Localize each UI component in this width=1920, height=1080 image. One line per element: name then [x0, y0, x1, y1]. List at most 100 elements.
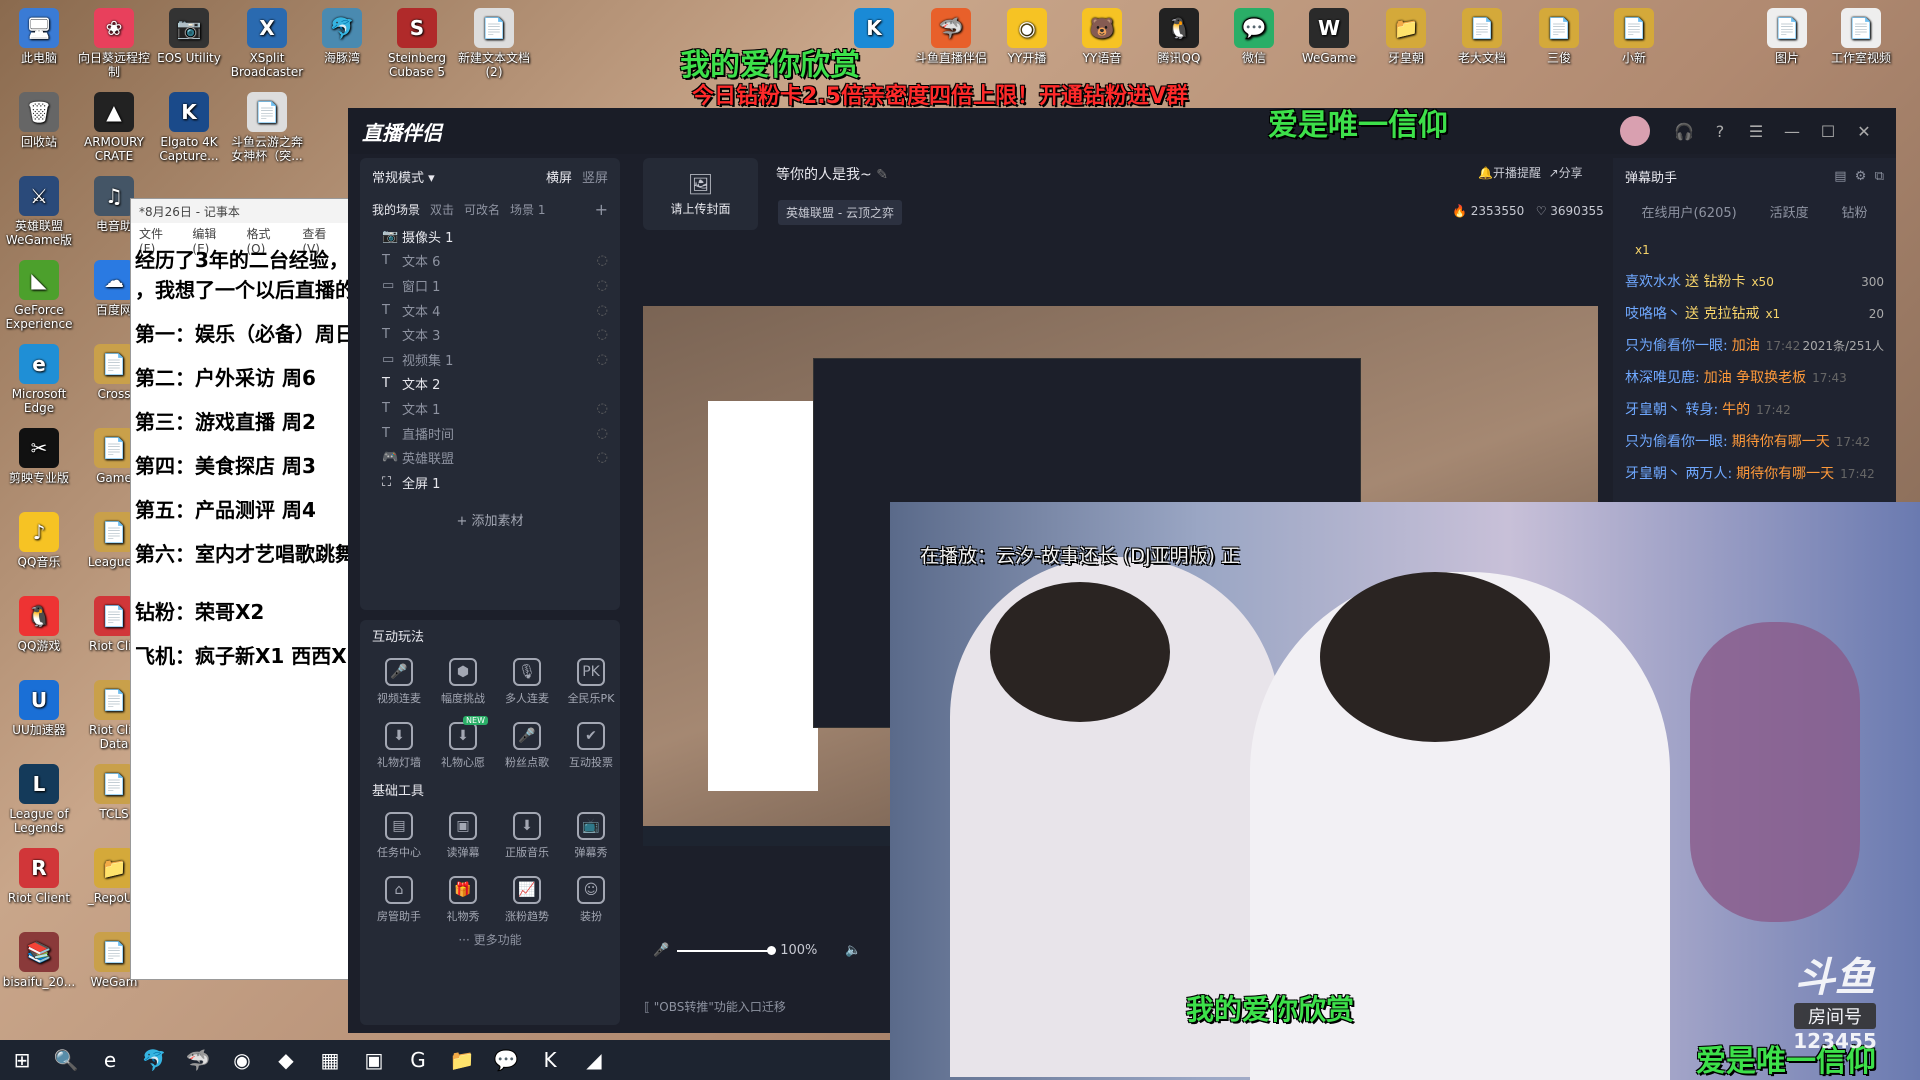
- maximize-icon[interactable]: ☐: [1810, 122, 1846, 141]
- desktop-icon[interactable]: 📄 工作室视频: [1822, 8, 1900, 65]
- source-item[interactable]: ⛶ 全屏 1: [360, 470, 620, 495]
- notepad-menu-item[interactable]: 文件(F): [139, 225, 178, 256]
- desktop-icon[interactable]: 📄 图片: [1748, 8, 1826, 65]
- desktop-icon[interactable]: X XSplit Broadcaster: [228, 8, 306, 79]
- tools-tool[interactable]: ▣ 读弹幕: [432, 804, 494, 860]
- desktop-icon[interactable]: L League of Legends: [0, 764, 78, 835]
- desktop-icon[interactable]: K Elgato 4K Capture...: [150, 92, 228, 163]
- eye-hidden-icon[interactable]: ◌: [597, 426, 608, 441]
- mode-select[interactable]: 常规模式 ▾: [372, 167, 435, 186]
- help-icon[interactable]: ?: [1702, 122, 1738, 141]
- desktop-icon[interactable]: 🗑 回收站: [0, 92, 78, 149]
- eye-hidden-icon[interactable]: ◌: [597, 352, 608, 367]
- desktop-icon[interactable]: R Riot Client: [0, 848, 78, 905]
- desktop-icon[interactable]: 📄 小新: [1595, 8, 1673, 65]
- desktop-icon[interactable]: ♪ QQ音乐: [0, 512, 78, 569]
- remind-button[interactable]: 开播提醒: [1493, 166, 1541, 180]
- taskbar-app-icon[interactable]: ◆: [264, 1040, 308, 1080]
- taskbar-app-icon[interactable]: 🦈: [176, 1040, 220, 1080]
- notepad-menu-item[interactable]: 格式(O): [246, 225, 288, 256]
- eye-hidden-icon[interactable]: ◌: [597, 303, 608, 318]
- scene-tab[interactable]: 可改名: [464, 201, 500, 218]
- desktop-icon[interactable]: 📷 EOS Utility: [150, 8, 228, 65]
- taskbar-app-icon[interactable]: ▦: [308, 1040, 352, 1080]
- tools-tool[interactable]: 🎁 礼物秀: [432, 868, 494, 924]
- desktop-icon[interactable]: 💬 微信: [1215, 8, 1293, 65]
- notepad-window[interactable]: *8月26日 - 记事本 文件(F) 编辑(E) 格式(O) 查看(V) 经历了3年的…: [130, 198, 352, 980]
- chat-message[interactable]: 吱咯咯丶送 克拉钻戒 x1 20: [1613, 298, 1896, 330]
- chat-tab[interactable]: 钻粉: [1842, 202, 1868, 221]
- taskbar-app-icon[interactable]: K: [528, 1040, 572, 1080]
- desktop-icon[interactable]: 🐧 腾讯QQ: [1140, 8, 1218, 65]
- chat-message[interactable]: 牙皇朝丶 转身: 牛的 17:42: [1613, 394, 1896, 426]
- source-item[interactable]: T 文本 2: [360, 372, 620, 397]
- interactive-tool[interactable]: 🎤 粉丝点歌: [496, 714, 558, 770]
- desktop-icon[interactable]: 📄 三俊: [1520, 8, 1598, 65]
- desktop-icon[interactable]: ◉ YY开播: [988, 8, 1066, 65]
- interactive-tool[interactable]: 🎤 视频连麦: [368, 650, 430, 706]
- chat-message[interactable]: 只为偷看你一眼: 期待你有哪一天 17:42: [1613, 426, 1896, 458]
- desktop-icon[interactable]: 🐬 海豚湾: [303, 8, 381, 65]
- chat-message[interactable]: 牙皇朝丶 两万人: 期待你有哪一天 17:42: [1613, 458, 1896, 490]
- headset-icon[interactable]: 🎧: [1666, 122, 1702, 141]
- notepad-menu-item[interactable]: 编辑(E): [192, 225, 232, 256]
- eye-hidden-icon[interactable]: ◌: [597, 278, 608, 293]
- taskbar-app-icon[interactable]: e: [88, 1040, 132, 1080]
- scene-tab[interactable]: 双击: [430, 201, 454, 218]
- desktop-icon[interactable]: 📄 斗鱼云游之奔 女神杯（突...: [228, 92, 306, 163]
- minimize-icon[interactable]: —: [1774, 122, 1810, 141]
- chat-tab[interactable]: 活跃度: [1770, 202, 1809, 221]
- eye-hidden-icon[interactable]: ◌: [597, 450, 608, 465]
- orient-portrait[interactable]: 竖屏: [582, 171, 608, 186]
- tools-tool[interactable]: 📺 弹幕秀: [560, 804, 622, 860]
- taskbar-app-icon[interactable]: 📁: [440, 1040, 484, 1080]
- chat-message[interactable]: x1: [1613, 234, 1896, 266]
- source-item[interactable]: T 文本 4 ◌: [360, 298, 620, 323]
- add-scene-icon[interactable]: +: [595, 200, 608, 219]
- desktop-icon[interactable]: 📄 老大文档: [1443, 8, 1521, 65]
- speaker-icon[interactable]: 🔈: [845, 943, 861, 958]
- mic-icon[interactable]: 🎤: [653, 943, 669, 958]
- source-item[interactable]: T 直播时间 ◌: [360, 421, 620, 446]
- tools-tool[interactable]: ▤ 任务中心: [368, 804, 430, 860]
- eye-hidden-icon[interactable]: ◌: [597, 401, 608, 416]
- interactive-tool[interactable]: 🎙 多人连麦: [496, 650, 558, 706]
- desktop-icon[interactable]: W WeGame: [1290, 8, 1368, 65]
- close-icon[interactable]: ✕: [1846, 122, 1882, 141]
- taskbar-app-icon[interactable]: ◢: [572, 1040, 616, 1080]
- settings-icon[interactable]: ⚙: [1855, 169, 1867, 184]
- chat-message[interactable]: 林深唯见鹿: 加油 争取换老板 17:43: [1613, 362, 1896, 394]
- source-item[interactable]: T 文本 3 ◌: [360, 322, 620, 347]
- taskbar-app-icon[interactable]: 💬: [484, 1040, 528, 1080]
- volume-slider[interactable]: [677, 945, 777, 955]
- scene-tab[interactable]: 我的场景: [372, 201, 420, 218]
- taskbar-app-icon[interactable]: 🔍: [44, 1040, 88, 1080]
- interactive-tool[interactable]: PK 全民乐PK: [560, 650, 622, 706]
- desktop-icon[interactable]: 🖥 此电脑: [0, 8, 78, 65]
- chat-tab[interactable]: 在线用户(6205): [1641, 202, 1736, 221]
- eye-hidden-icon[interactable]: ◌: [597, 253, 608, 268]
- taskbar-app-icon[interactable]: ⊞: [0, 1040, 44, 1080]
- source-item[interactable]: 🎮 英雄联盟 ◌: [360, 445, 620, 470]
- desktop-icon[interactable]: 🐻 YY语音: [1063, 8, 1141, 65]
- interactive-tool[interactable]: ⬇ 礼物灯墙: [368, 714, 430, 770]
- menu-icon[interactable]: ☰: [1738, 122, 1774, 141]
- desktop-icon[interactable]: U UU加速器: [0, 680, 78, 737]
- avatar[interactable]: [1620, 116, 1650, 146]
- more-functions[interactable]: ··· 更多功能: [360, 924, 620, 954]
- stream-title[interactable]: 等你的人是我~ ✎: [776, 164, 888, 184]
- notepad-text[interactable]: 经历了3年的二台经验， ，我想了一个以后直播的 第一：娱乐（必备）周日 第二：户外采访…: [131, 243, 351, 673]
- cover-upload[interactable]: 🖼 请上传封面: [643, 158, 758, 230]
- desktop-icon[interactable]: 📄 新建文本文档 (2): [455, 8, 533, 79]
- desktop-icon[interactable]: 📚 bisaifu_20...: [0, 932, 78, 989]
- list-icon[interactable]: ▤: [1834, 169, 1846, 184]
- desktop-icon[interactable]: e Microsoft Edge: [0, 344, 78, 415]
- tools-tool[interactable]: ⌂ 房管助手: [368, 868, 430, 924]
- category-tag[interactable]: 英雄联盟 - 云顶之弈: [778, 200, 902, 225]
- desktop-icon[interactable]: 🦈 斗鱼直播伴侣: [912, 8, 990, 65]
- chat-message[interactable]: 喜欢水水送 钻粉卡 x50 300: [1613, 266, 1896, 298]
- eye-hidden-icon[interactable]: ◌: [597, 327, 608, 342]
- volume-control[interactable]: 🎤 100% 🔈: [653, 943, 862, 958]
- notepad-menu-item[interactable]: 查看(V): [302, 225, 343, 256]
- tools-tool[interactable]: ⬇ 正版音乐: [496, 804, 558, 860]
